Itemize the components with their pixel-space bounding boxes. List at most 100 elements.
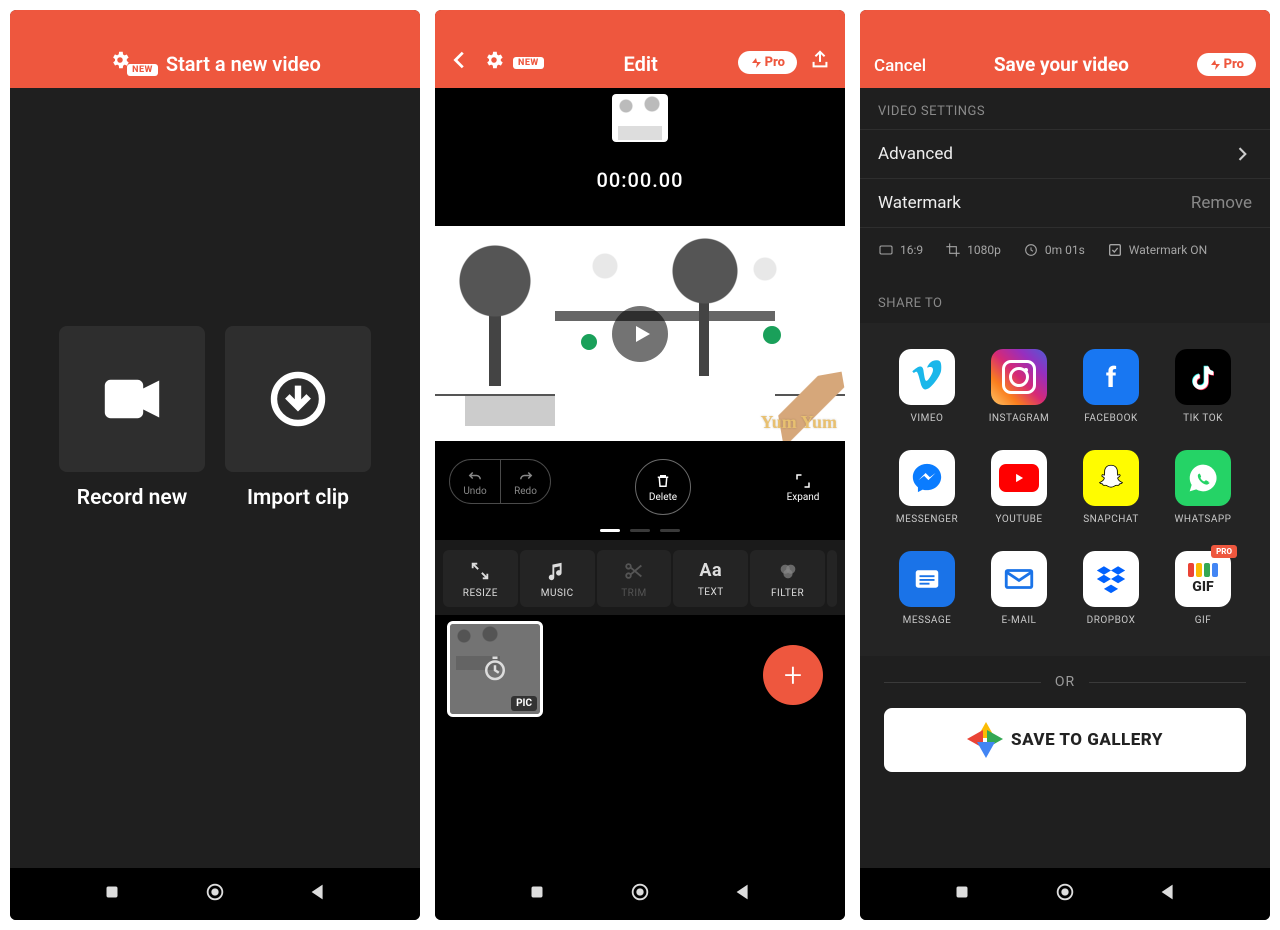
advanced-row[interactable]: Advanced <box>860 130 1270 179</box>
android-navbar <box>435 868 845 920</box>
nav-back-icon[interactable] <box>307 881 329 907</box>
timeline-thumb[interactable] <box>612 94 668 142</box>
share-message[interactable]: MESSAGE <box>886 551 968 626</box>
settings-section-label: VIDEO SETTINGS <box>860 88 1270 130</box>
share-whatsapp[interactable]: WHATSAPP <box>1162 450 1244 525</box>
clock-icon <box>1023 242 1039 258</box>
pro-button[interactable]: Pro <box>738 51 797 74</box>
share-dropbox[interactable]: DROPBOX <box>1070 551 1152 626</box>
undo-redo-group: Undo Redo <box>449 459 551 504</box>
share-messenger[interactable]: MESSENGER <box>886 450 968 525</box>
back-icon[interactable] <box>449 49 471 76</box>
crop-icon <box>945 242 961 258</box>
expand-button[interactable]: Expand <box>775 459 831 515</box>
google-photos-icon <box>967 722 1003 758</box>
gif-icon: PROGIF <box>1175 551 1231 607</box>
info-strip: 16:9 1080p 0m 01s Watermark ON <box>860 228 1270 280</box>
save-title: Save your video <box>926 53 1197 76</box>
nav-recents-icon[interactable] <box>951 881 973 907</box>
android-navbar <box>10 868 420 920</box>
or-divider: OR <box>860 656 1270 708</box>
timecode: 00:00.00 <box>596 168 683 192</box>
record-label: Record new <box>77 486 187 510</box>
nav-recents-icon[interactable] <box>526 881 548 907</box>
share-instagram[interactable]: INSTAGRAM <box>978 349 1060 424</box>
nav-back-icon[interactable] <box>1157 881 1179 907</box>
share-vimeo[interactable]: VIMEO <box>886 349 968 424</box>
watermark-info: Watermark ON <box>1107 242 1207 258</box>
import-label: Import clip <box>247 486 349 510</box>
share-section-label: SHARE TO <box>860 280 1270 323</box>
facebook-icon: f <box>1083 349 1139 405</box>
clip-type-tag: PIC <box>511 696 537 711</box>
new-badge: NEW <box>127 64 158 76</box>
cancel-button[interactable]: Cancel <box>874 56 926 76</box>
nav-home-icon[interactable] <box>204 881 226 907</box>
nav-home-icon[interactable] <box>629 881 651 907</box>
aspect-icon <box>878 242 894 258</box>
import-clip-tile[interactable]: Import clip <box>225 326 371 510</box>
aspect-info: 16:9 <box>878 242 923 258</box>
header: NEW Start a new video <box>10 10 420 88</box>
share-email[interactable]: E-MAIL <box>978 551 1060 626</box>
tool-trim: TRIM <box>597 550 672 607</box>
watermark-logo: Yum Yum <box>760 412 837 433</box>
tool-music[interactable]: MUSIC <box>520 550 595 607</box>
redo-button[interactable]: Redo <box>500 460 550 503</box>
edit-body: 00:00.00 Yum Yum Undo Redo Del <box>435 88 845 868</box>
music-icon <box>546 560 568 582</box>
save-body: VIDEO SETTINGS Advanced Watermark Remove… <box>860 88 1270 868</box>
share-grid: VIMEO INSTAGRAM fFACEBOOK TIK TOK MESSEN… <box>860 323 1270 656</box>
resize-icon <box>469 560 491 582</box>
nav-recents-icon[interactable] <box>101 881 123 907</box>
watermark-row[interactable]: Watermark Remove <box>860 179 1270 228</box>
share-facebook[interactable]: fFACEBOOK <box>1070 349 1152 424</box>
message-icon <box>899 551 955 607</box>
pro-button[interactable]: Pro <box>1197 53 1256 76</box>
whatsapp-icon <box>1175 450 1231 506</box>
nav-back-icon[interactable] <box>732 881 754 907</box>
tiktok-icon <box>1175 349 1231 405</box>
text-icon: Aa <box>699 560 722 581</box>
tool-more[interactable] <box>827 550 837 607</box>
share-youtube[interactable]: YOUTUBE <box>978 450 1060 525</box>
delete-button[interactable]: Delete <box>635 459 691 515</box>
share-gif[interactable]: PROGIFGIF <box>1162 551 1244 626</box>
phone-start: NEW Start a new video Record new Import … <box>10 10 420 920</box>
timer-icon <box>480 654 510 684</box>
save-header: Cancel Save your video Pro <box>860 10 1270 88</box>
android-navbar <box>860 868 1270 920</box>
trash-icon <box>654 472 672 490</box>
start-body: Record new Import clip <box>10 88 420 868</box>
phone-save: Cancel Save your video Pro VIDEO SETTING… <box>860 10 1270 920</box>
save-to-gallery-button[interactable]: SAVE TO GALLERY <box>884 708 1246 772</box>
clip-thumbnail[interactable]: PIC <box>447 621 543 717</box>
tool-resize[interactable]: RESIZE <box>443 550 518 607</box>
download-icon <box>266 367 330 431</box>
tool-text[interactable]: Aa TEXT <box>673 550 748 607</box>
dropbox-icon <box>1083 551 1139 607</box>
video-preview[interactable]: Yum Yum <box>435 226 845 441</box>
nav-home-icon[interactable] <box>1054 881 1076 907</box>
share-tiktok[interactable]: TIK TOK <box>1162 349 1244 424</box>
play-button[interactable] <box>612 306 668 362</box>
share-icon[interactable] <box>809 49 831 76</box>
undo-button[interactable]: Undo <box>450 460 500 503</box>
header-title: Start a new video <box>166 52 321 76</box>
snapchat-icon <box>1083 450 1139 506</box>
new-badge: NEW <box>513 57 544 69</box>
record-new-tile[interactable]: Record new <box>59 326 205 510</box>
watermark-remove[interactable]: Remove <box>1191 193 1252 213</box>
camera-icon <box>100 367 164 431</box>
tool-tiles: RESIZE MUSIC TRIM Aa TEXT FILTER <box>435 540 845 615</box>
resolution-info: 1080p <box>945 242 1001 258</box>
gear-icon[interactable] <box>483 49 505 76</box>
page-indicator <box>435 515 845 540</box>
tool-filter[interactable]: FILTER <box>750 550 825 607</box>
check-icon <box>1107 242 1123 258</box>
share-snapchat[interactable]: SNAPCHAT <box>1070 450 1152 525</box>
edit-header: NEW Edit Pro <box>435 10 845 88</box>
add-clip-button[interactable]: + <box>763 645 823 705</box>
messenger-icon <box>899 450 955 506</box>
expand-icon <box>794 472 812 490</box>
